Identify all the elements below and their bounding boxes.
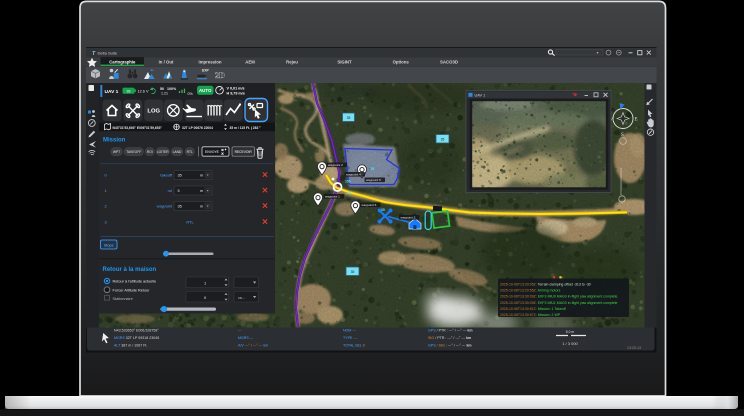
svg-text:AEM: AEM <box>245 59 255 64</box>
svg-text:ENVOYE: ENVOYE <box>205 150 220 154</box>
svg-text:32T LP 00676 22004: 32T LP 00676 22004 <box>182 126 213 130</box>
svg-text:12.6 V: 12.6 V <box>138 89 149 93</box>
svg-text:Stops: Stops <box>104 243 114 247</box>
svg-text:Options: Options <box>393 59 410 64</box>
svg-text:Delta Suite: Delta Suite <box>98 50 118 55</box>
svg-text:RTL: RTL <box>187 150 193 154</box>
svg-text:TAKEOFF: TAKEOFF <box>126 150 141 154</box>
svg-text:m: m <box>200 188 203 193</box>
svg-text:SIGINT: SIGINT <box>337 59 352 64</box>
svg-text:Retour à l'altitude actuelle: Retour à l'altitude actuelle <box>113 280 157 284</box>
svg-text:ca...: ca... <box>238 296 245 300</box>
svg-text:Rejeu: Rejeu <box>286 59 298 64</box>
svg-text:LAND: LAND <box>173 150 182 154</box>
svg-text:Stationnaire: Stationnaire <box>113 297 133 301</box>
svg-text:waypoint 3: waypoint 3 <box>401 216 416 220</box>
svg-text:3: 3 <box>105 219 107 224</box>
svg-text:2025-10-06T13:30:09Z: EKF3 IMU: 2025-10-06T13:30:09Z: EKF3 IMU1 MAG0 in-… <box>500 301 618 305</box>
svg-text:V 0,01 m/s: V 0,01 m/s <box>227 86 245 90</box>
svg-text:2025-10-06T13:30:57Z: Mission:: 2025-10-06T13:30:57Z: Mission: 2 WP <box>500 313 561 317</box>
svg-text:1 / 3 000: 1 / 3 000 <box>562 341 578 346</box>
svg-text:waypoint 6: waypoint 6 <box>362 203 377 207</box>
svg-text:GPS / SIG : ---° / ---° --- km: GPS / SIG : ---° / ---° --- km <box>428 343 472 347</box>
svg-text:ROI: ROI <box>147 150 153 154</box>
svg-text:MGRS 32T LP 09318 23045: MGRS 32T LP 09318 23045 <box>114 336 159 340</box>
svg-text:LOITER: LOITER <box>157 150 170 154</box>
svg-text:E: E <box>635 118 638 123</box>
svg-text:AUTO: AUTO <box>199 88 212 93</box>
svg-text:NOM ---: NOM --- <box>343 328 357 332</box>
svg-text:2025-10-06T13:29:55Z: Arming m: 2025-10-06T13:29:55Z: Arming motors <box>500 288 561 292</box>
svg-text:35: 35 <box>381 208 385 212</box>
svg-text:▾: ▾ <box>597 50 599 55</box>
svg-text:SIG / PTR : ---° / ---° --- km: SIG / PTR : ---° / ---° --- km <box>428 336 471 340</box>
svg-text:SACO3D: SACO3D <box>440 59 458 64</box>
svg-text:35: 35 <box>347 116 351 120</box>
svg-text:35: 35 <box>351 270 355 274</box>
svg-text:1.21: 1.21 <box>161 92 168 96</box>
svg-text:waypoint: waypoint <box>157 203 173 208</box>
svg-text:waypoint 5: waypoint 5 <box>366 178 381 182</box>
svg-text:35: 35 <box>178 203 182 208</box>
svg-text:waypoint 2: waypoint 2 <box>328 163 343 167</box>
svg-text:0%: 0% <box>188 92 194 96</box>
svg-text:waypoint 1: waypoint 1 <box>325 195 340 199</box>
svg-text:GPS / PTR : ---° / ---° --- km: GPS / PTR : ---° / ---° --- km <box>428 328 473 332</box>
svg-text:waypoint 4: waypoint 4 <box>346 173 361 177</box>
svg-text:13:20:13: 13:20:13 <box>627 346 641 350</box>
svg-text:RTL: RTL <box>186 219 194 224</box>
svg-text:50 100%: 50 100% <box>160 87 177 91</box>
svg-text:5: 5 <box>178 188 180 193</box>
svg-text:UAV 1: UAV 1 <box>475 94 486 98</box>
svg-text:Cartographie: Cartographie <box>109 59 136 64</box>
svg-text:2D: 2D <box>215 71 225 80</box>
svg-text:EXP: EXP <box>202 69 210 73</box>
svg-text:150: 150 <box>345 180 351 184</box>
svg-text:UAV 1: UAV 1 <box>105 89 119 95</box>
svg-text:35: 35 <box>441 138 445 142</box>
svg-text:✕: ✕ <box>262 218 269 227</box>
svg-text:H 9,79 m/s: H 9,79 m/s <box>227 91 245 95</box>
svg-text:LOG: LOG <box>147 109 160 115</box>
svg-text:ALT 387 m / 1067 Ft.: ALT 387 m / 1067 Ft. <box>114 343 147 347</box>
svg-text:N43,533653° E006,528758°: N43,533653° E006,528758° <box>114 328 159 332</box>
svg-text:rol: rol <box>168 188 172 193</box>
svg-text:✕: ✕ <box>262 171 269 180</box>
svg-text:RECEVOIR: RECEVOIR <box>235 150 253 154</box>
svg-text:1: 1 <box>105 188 107 193</box>
svg-text:35: 35 <box>347 191 351 195</box>
svg-text:2025-10-06T13:30:51Z: Mission:: 2025-10-06T13:30:51Z: Mission: 1 Takeoff <box>500 307 566 311</box>
svg-text:35 m / 115 Ft. | 283 °: 35 m / 115 Ft. | 283 ° <box>230 126 262 130</box>
svg-text:2: 2 <box>105 203 107 208</box>
svg-text:TOTAL SEL 0: TOTAL SEL 0 <box>343 343 365 347</box>
svg-text:WPT: WPT <box>113 150 120 154</box>
svg-text:2025-10-06T13:30:09Z: EKF3 IMU: 2025-10-06T13:30:09Z: EKF3 IMU0 MAG0 in-… <box>500 295 618 299</box>
svg-text:MGRS ---: MGRS --- <box>238 336 254 340</box>
svg-text:A/V ---° / ---° --- km: A/V ---° / ---° --- km <box>238 343 268 347</box>
svg-text:TYPE ---: TYPE --- <box>343 336 358 340</box>
svg-text:In / Out: In / Out <box>159 59 174 64</box>
svg-text:✕: ✕ <box>262 202 269 211</box>
svg-text:5.0 m: 5.0 m <box>566 330 575 334</box>
svg-text:✕: ✕ <box>262 186 269 195</box>
svg-text:Retour à la maison: Retour à la maison <box>103 267 157 273</box>
svg-text:m: m <box>200 203 203 208</box>
svg-text:Mission: Mission <box>103 138 126 144</box>
svg-text:S: S <box>621 133 624 138</box>
svg-text:m: m <box>200 172 203 177</box>
svg-text:35: 35 <box>178 172 182 177</box>
svg-text:Forcer Altitude Retour: Forcer Altitude Retour <box>113 288 151 292</box>
svg-text:takeoff: takeoff <box>160 172 173 177</box>
svg-text:N43°31'53,693" E006°31'59,653: N43°31'53,693" E006°31'59,653" <box>113 126 163 130</box>
svg-text:93: 93 <box>127 89 131 93</box>
svg-text:Impression: Impression <box>199 59 222 64</box>
svg-text:2025-10-06T13:29:05Z: Terrain: 2025-10-06T13:29:05Z: Terrain clamping o… <box>500 282 591 286</box>
svg-text:35: 35 <box>371 167 375 171</box>
